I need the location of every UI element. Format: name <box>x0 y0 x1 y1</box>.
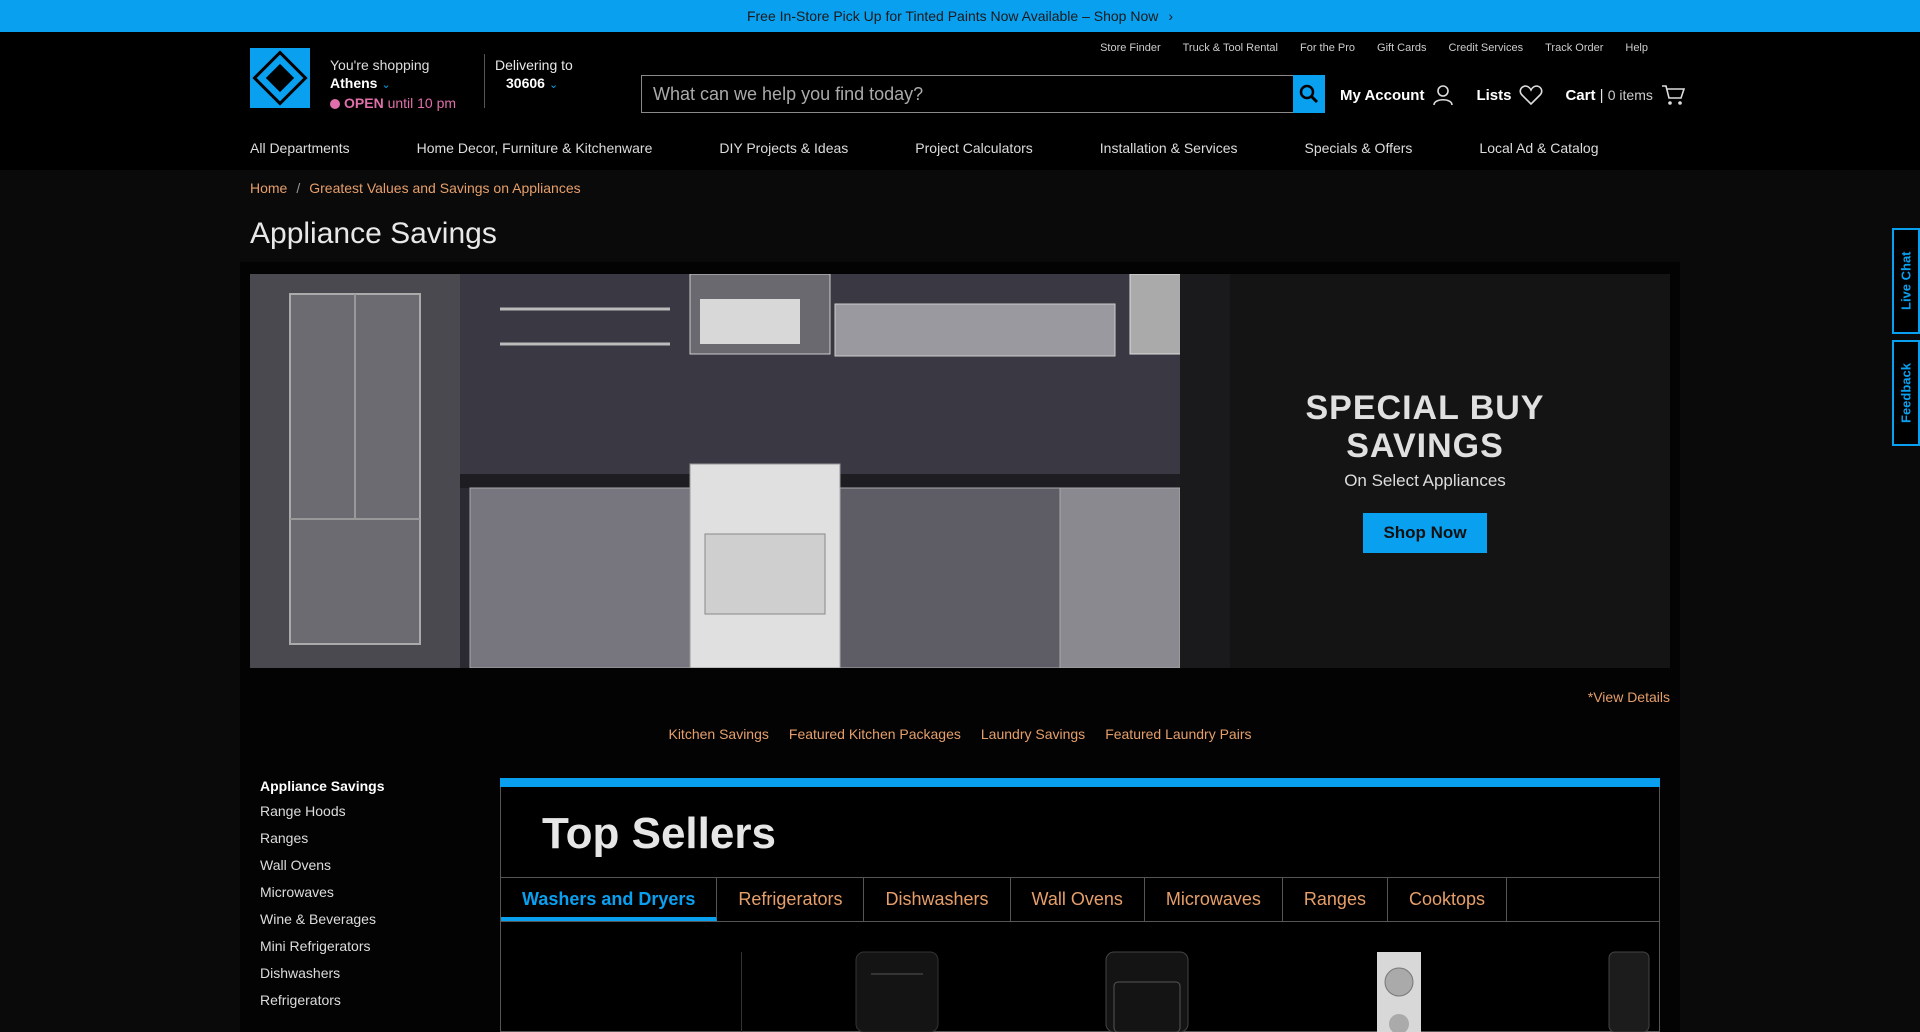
feedback-tab[interactable]: Feedback <box>1892 340 1920 446</box>
hero-banner[interactable]: SPECIAL BUY SAVINGS On Select Appliances … <box>250 274 1670 668</box>
hero-headline: SPECIAL BUY SAVINGS <box>1305 389 1545 465</box>
tab-cooktops[interactable]: Cooktops <box>1388 878 1507 921</box>
quick-link[interactable]: Kitchen Savings <box>668 726 768 742</box>
side-nav-item[interactable]: Wall Ovens <box>260 852 384 879</box>
store-selector[interactable]: You're shopping Athens ⌄ OPEN until 10 pm <box>330 56 456 112</box>
my-account-button[interactable]: My Account <box>1340 84 1454 106</box>
top-sellers-title: Top Sellers <box>542 809 776 858</box>
quick-link[interactable]: Featured Kitchen Packages <box>789 726 961 742</box>
search-bar <box>641 75 1325 113</box>
product-carousel <box>501 922 1659 1032</box>
nav-item[interactable]: DIY Projects & Ideas <box>719 140 848 171</box>
home-depot-logo[interactable] <box>250 48 310 108</box>
heart-icon <box>1519 84 1543 106</box>
product-thumbnails <box>855 951 1650 1032</box>
top-sellers-panel: Top Sellers Washers and Dryers Refrigera… <box>500 778 1660 1032</box>
header-divider <box>484 54 485 108</box>
quick-links: Kitchen Savings Featured Kitchen Package… <box>0 726 1920 742</box>
status-dot-icon <box>330 99 340 109</box>
util-link[interactable]: Track Order <box>1545 42 1603 54</box>
tab-washers-dryers[interactable]: Washers and Dryers <box>501 878 718 921</box>
cart-button[interactable]: Cart | 0 items <box>1565 84 1685 106</box>
side-nav-item[interactable]: Ranges <box>260 825 384 852</box>
search-icon <box>1299 84 1319 104</box>
promo-text[interactable]: Free In-Store Pick Up for Tinted Paints … <box>747 8 1158 24</box>
store-status: OPEN until 10 pm <box>330 94 456 112</box>
tab-wall-ovens[interactable]: Wall Ovens <box>1011 878 1145 921</box>
side-nav-item[interactable]: Wine & Beverages <box>260 906 384 933</box>
side-nav-item[interactable]: Microwaves <box>260 879 384 906</box>
kitchen-image <box>250 274 1230 668</box>
product-image-stacked-washer[interactable] <box>1377 952 1421 1032</box>
util-link[interactable]: For the Pro <box>1300 42 1355 54</box>
page-title: Appliance Savings <box>250 217 497 250</box>
tab-ranges[interactable]: Ranges <box>1283 878 1388 921</box>
product-image-dryer[interactable] <box>1608 951 1650 1032</box>
view-details-link[interactable]: *View Details <box>1588 689 1670 705</box>
cart-count: 0 items <box>1607 87 1653 103</box>
chevron-down-icon[interactable]: ⌄ <box>381 79 390 91</box>
logo-mark-icon <box>252 50 308 106</box>
side-nav-item[interactable]: Mini Refrigerators <box>260 933 384 960</box>
utility-links: Store Finder Truck & Tool Rental For the… <box>1100 42 1648 54</box>
product-image-washer-2[interactable] <box>1105 951 1189 1032</box>
quick-link[interactable]: Featured Laundry Pairs <box>1105 726 1251 742</box>
side-nav-item[interactable]: Range Hoods <box>260 798 384 825</box>
delivery-label: Delivering to <box>495 57 573 73</box>
product-tabs: Washers and Dryers Refrigerators Dishwas… <box>501 877 1659 922</box>
side-nav-heading[interactable]: Appliance Savings <box>260 778 384 794</box>
hero-subtitle: On Select Appliances <box>1344 471 1506 490</box>
hero-copy: SPECIAL BUY SAVINGS On Select Appliances … <box>1260 389 1590 553</box>
store-label: You're shopping <box>330 57 430 73</box>
promo-bar[interactable]: Free In-Store Pick Up for Tinted Paints … <box>0 0 1920 32</box>
live-chat-tab[interactable]: Live Chat <box>1892 228 1920 334</box>
breadcrumb-home[interactable]: Home <box>250 180 287 196</box>
nav-item[interactable]: Specials & Offers <box>1305 140 1413 171</box>
accent-bar <box>500 778 1660 787</box>
util-link[interactable]: Credit Services <box>1449 42 1524 54</box>
util-link[interactable]: Truck & Tool Rental <box>1183 42 1278 54</box>
util-link[interactable]: Gift Cards <box>1377 42 1427 54</box>
side-nav-item[interactable]: Dishwashers <box>260 960 384 987</box>
user-icon <box>1432 84 1454 106</box>
tab-refrigerators[interactable]: Refrigerators <box>717 878 865 921</box>
store-city[interactable]: Athens <box>330 75 377 91</box>
shop-now-button[interactable]: Shop Now <box>1363 513 1487 553</box>
quick-link[interactable]: Laundry Savings <box>981 726 1085 742</box>
chevron-right-icon: › <box>1168 8 1174 24</box>
header: You're shopping Athens ⌄ OPEN until 10 pm… <box>0 32 1920 170</box>
account-bar: My Account Lists Cart | 0 items <box>1340 84 1707 106</box>
delivery-zip[interactable]: 30606 <box>506 75 545 91</box>
side-nav-item[interactable]: Refrigerators <box>260 987 384 1014</box>
product-image-washer[interactable] <box>855 951 939 1032</box>
cart-icon <box>1661 84 1685 106</box>
delivery-selector[interactable]: Delivering to 30606 ⌄ <box>495 56 573 94</box>
main-nav: All Departments Home Decor, Furniture & … <box>0 140 1920 171</box>
tab-dishwashers[interactable]: Dishwashers <box>864 878 1011 921</box>
nav-item[interactable]: Installation & Services <box>1100 140 1238 171</box>
nav-item[interactable]: Local Ad & Catalog <box>1479 140 1598 171</box>
util-link[interactable]: Store Finder <box>1100 42 1161 54</box>
search-button[interactable] <box>1293 75 1325 113</box>
lists-button[interactable]: Lists <box>1476 84 1543 106</box>
breadcrumb-current[interactable]: Greatest Values and Savings on Appliance… <box>309 180 580 196</box>
nav-item[interactable]: All Departments <box>250 140 350 171</box>
side-nav: Appliance Savings Range Hoods Ranges Wal… <box>260 778 384 1014</box>
search-input[interactable] <box>641 75 1293 113</box>
chevron-down-icon[interactable]: ⌄ <box>549 79 558 91</box>
tab-microwaves[interactable]: Microwaves <box>1145 878 1283 921</box>
breadcrumb: Home / Greatest Values and Savings on Appl… <box>250 180 581 196</box>
nav-item[interactable]: Home Decor, Furniture & Kitchenware <box>417 140 653 171</box>
nav-item[interactable]: Project Calculators <box>915 140 1033 171</box>
util-link[interactable]: Help <box>1625 42 1648 54</box>
